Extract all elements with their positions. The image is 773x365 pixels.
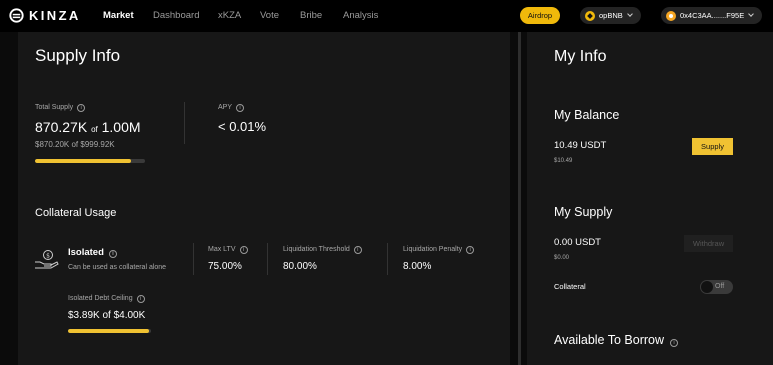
network-selector[interactable]: opBNB	[580, 7, 641, 24]
isolated-label: Isolated i	[68, 247, 117, 258]
withdraw-button-label: Withdraw	[692, 239, 725, 248]
my-supply-amount: 0.00 USDT	[554, 237, 601, 248]
info-icon[interactable]: i	[670, 339, 679, 347]
apy-label: APY i	[218, 104, 245, 112]
supply-button-label: Supply	[701, 142, 724, 151]
info-icon[interactable]: i	[353, 246, 362, 254]
info-icon[interactable]: i	[236, 104, 245, 112]
nav-market[interactable]: Market	[103, 10, 134, 22]
total-supply-label: Total Supply i	[35, 104, 86, 112]
my-balance-amount: 10.49 USDT	[554, 140, 607, 151]
wallet-button[interactable]: 0x4C3AA.......F95E	[661, 7, 762, 24]
my-supply-usd: $0.00	[554, 255, 570, 261]
info-icon[interactable]: i	[466, 246, 475, 254]
scrollbar[interactable]	[518, 32, 521, 365]
logo[interactable]: KINZA	[9, 8, 81, 23]
my-info-title: My Info	[554, 48, 607, 65]
liquidation-threshold-value: 80.00%	[283, 261, 317, 272]
my-info-panel	[527, 32, 773, 365]
airdrop-button[interactable]: Airdrop	[520, 7, 560, 24]
network-label: opBNB	[599, 11, 623, 20]
collateral-usage-title: Collateral Usage	[35, 207, 117, 219]
isolated-description: Can be used as collateral alone	[68, 264, 167, 271]
nav-xkza[interactable]: xKZA	[218, 10, 241, 22]
nav-analysis[interactable]: Analysis	[343, 10, 378, 22]
divider	[387, 243, 388, 275]
liquidation-threshold-label: Liquidation Threshold i	[283, 246, 362, 254]
chevron-down-icon	[626, 11, 633, 17]
supply-button[interactable]: Supply	[692, 138, 733, 155]
collateral-label: Collateral	[554, 282, 586, 291]
chevron-down-icon	[748, 11, 755, 17]
divider	[193, 243, 194, 275]
supply-info-title: Supply Info	[35, 46, 121, 65]
my-balance-title: My Balance	[554, 108, 620, 122]
bnb-icon	[585, 10, 595, 21]
total-supply-progress-fill	[35, 159, 131, 163]
total-supply-value: 870.27K of 1.00M	[35, 119, 141, 135]
nav-vote[interactable]: Vote	[260, 10, 279, 22]
my-supply-title: My Supply	[554, 205, 613, 219]
info-icon[interactable]: i	[77, 104, 86, 112]
toggle-state: Off	[715, 283, 725, 290]
withdraw-button[interactable]: Withdraw	[684, 235, 733, 252]
svg-text:$: $	[46, 253, 50, 260]
airdrop-label: Airdrop	[527, 11, 553, 20]
nav-dashboard[interactable]: Dashboard	[153, 10, 199, 22]
liquidation-penalty-label: Liquidation Penalty i	[403, 246, 475, 254]
my-balance-usd: $10.49	[554, 158, 573, 164]
debt-ceiling-value: $3.89K of $4.00K	[68, 310, 146, 321]
info-icon[interactable]: i	[108, 250, 117, 258]
max-ltv-value: 75.00%	[208, 261, 242, 272]
collateral-toggle[interactable]: Off	[700, 280, 733, 294]
toggle-knob	[701, 281, 713, 293]
apy-value: < 0.01%	[218, 119, 267, 134]
top-nav: KINZA Market Dashboard xKZA Vote Bribe A…	[0, 0, 773, 32]
info-icon[interactable]: i	[136, 295, 145, 303]
total-supply-usd: $870.20K of $999.92K	[35, 140, 115, 149]
wallet-address: 0x4C3AA.......F95E	[680, 11, 745, 20]
brand-name: KINZA	[29, 8, 81, 23]
debt-ceiling-progress-fill	[68, 329, 149, 333]
available-to-borrow-title: Available To Borrow i	[554, 333, 679, 348]
total-supply-progress	[35, 159, 145, 163]
max-ltv-label: Max LTV i	[208, 246, 248, 254]
hand-coin-icon: $	[35, 250, 59, 269]
debt-ceiling-label: Isolated Debt Ceiling i	[68, 295, 145, 303]
debt-ceiling-progress	[68, 329, 151, 333]
kinza-logo-icon	[9, 8, 24, 23]
wallet-avatar-icon	[666, 10, 676, 21]
nav-bribe[interactable]: Bribe	[300, 10, 322, 22]
info-icon[interactable]: i	[239, 246, 248, 254]
divider	[267, 243, 268, 275]
liquidation-penalty-value: 8.00%	[403, 261, 432, 272]
divider	[184, 102, 185, 144]
